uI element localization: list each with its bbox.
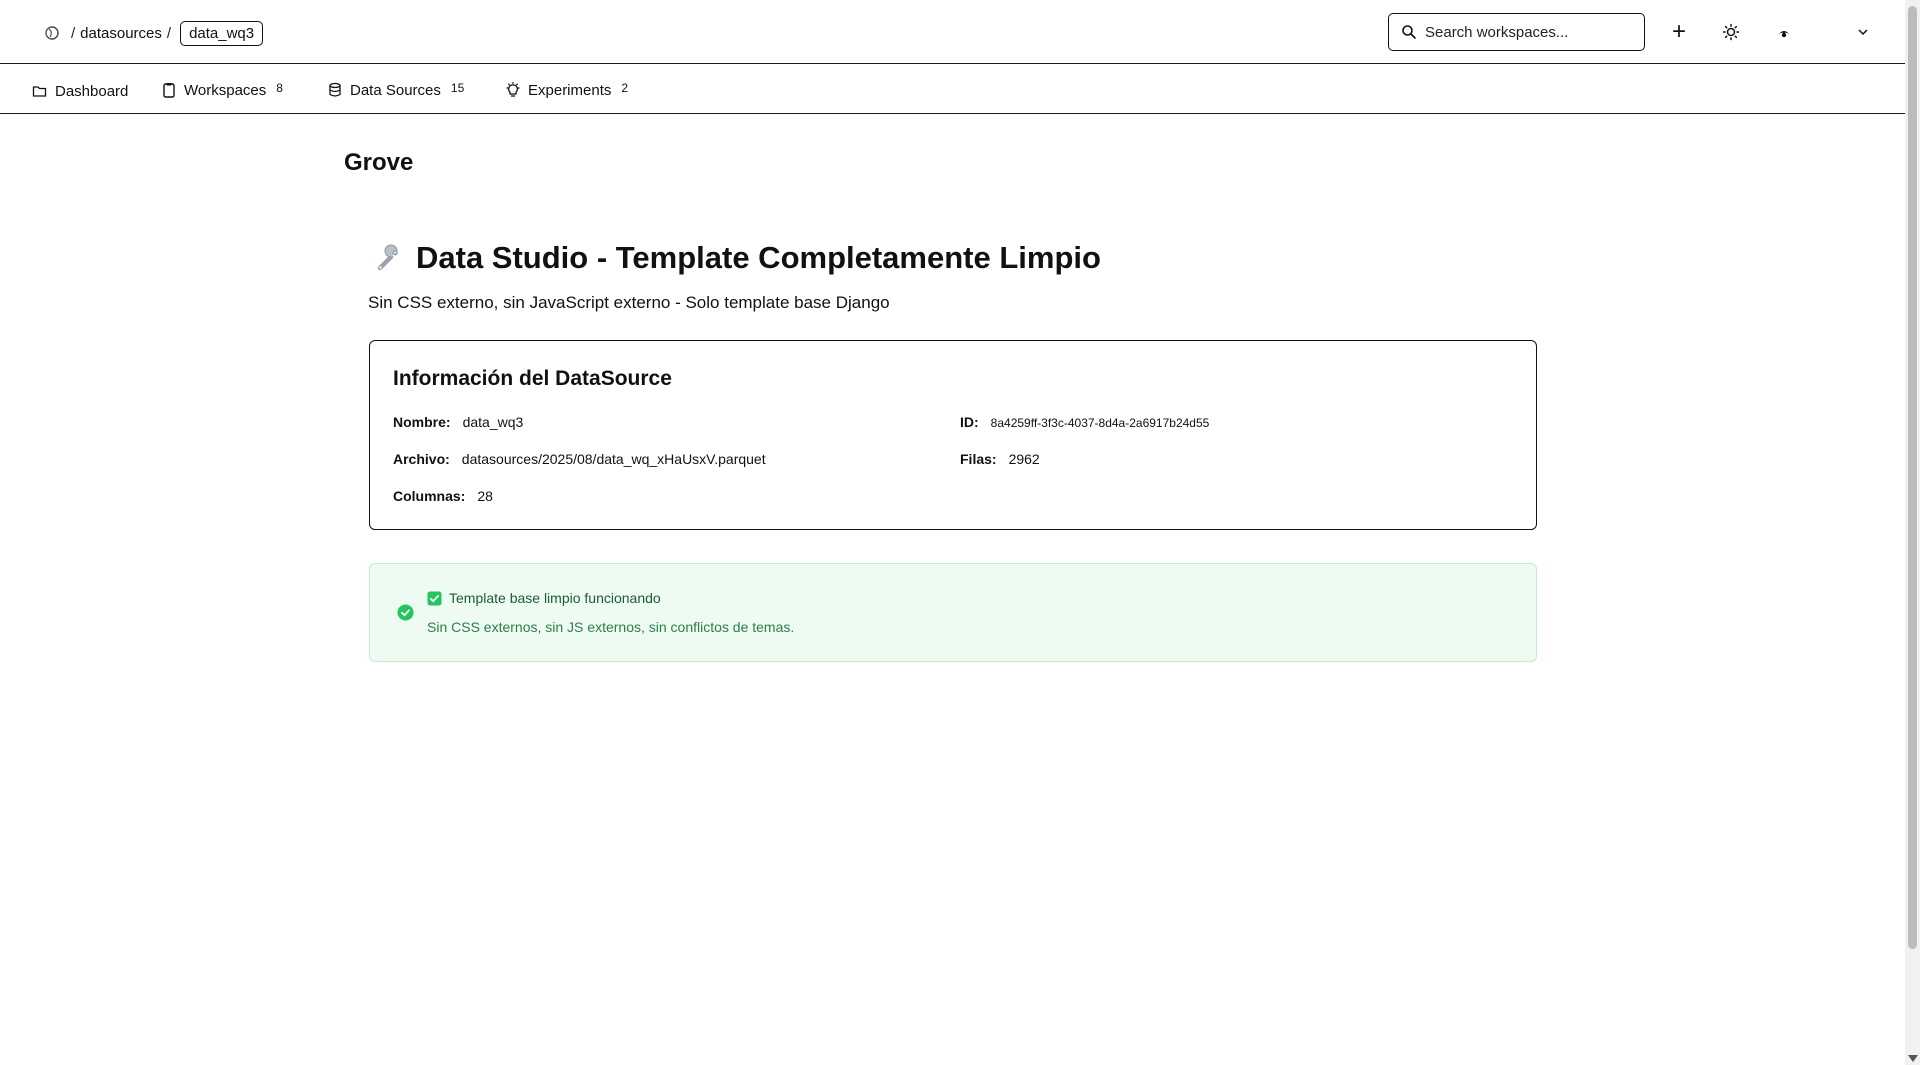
page-heading: Data Studio - Template Completamente Lim… <box>372 240 1101 276</box>
top-bar: / datasources / data_wq3 + <box>0 0 1905 64</box>
user-avatar-button[interactable] <box>1770 18 1798 46</box>
database-icon <box>329 82 341 97</box>
check-circle-icon <box>397 604 414 621</box>
vertical-scrollbar[interactable] <box>1905 0 1920 1065</box>
nav-item-label: Data Sources <box>350 81 441 99</box>
nombre-value: data_wq3 <box>462 414 524 430</box>
archivo-field: Archivo: datasources/2025/08/data_wq_xHa… <box>393 451 766 467</box>
id-value: 8a4259ff-3f3c-4037-8d4a-2a6917b24d55 <box>990 416 1210 430</box>
columnas-value: 28 <box>477 488 493 504</box>
clipboard-icon <box>163 83 175 98</box>
sun-icon <box>1722 23 1740 41</box>
theme-toggle-button[interactable] <box>1717 18 1745 46</box>
chevron-down-icon <box>1858 29 1868 36</box>
scrollbar-thumb[interactable] <box>1908 6 1917 949</box>
breadcrumb: / datasources / data_wq3 <box>44 19 264 47</box>
filas-label: Filas: <box>960 451 997 467</box>
nombre-label: Nombre: <box>393 414 451 430</box>
id-label: ID: <box>960 414 979 430</box>
nombre-field: Nombre: data_wq3 <box>393 414 523 430</box>
nav-item-label: Workspaces <box>184 81 267 99</box>
columnas-label: Columnas: <box>393 488 466 504</box>
experiments-count-badge: 2 <box>621 81 629 95</box>
filas-value: 2962 <box>1008 451 1040 467</box>
nav-item-data-sources[interactable]: Data Sources 15 <box>328 79 464 101</box>
filas-field: Filas: 2962 <box>960 451 1040 467</box>
folder-icon <box>32 86 47 97</box>
page-subtitle: Sin CSS externo, sin JavaScript externo … <box>368 293 890 312</box>
scroll-down-arrow-icon[interactable] <box>1908 1055 1918 1062</box>
page-title: Data Studio - Template Completamente Lim… <box>416 240 1101 275</box>
nav-item-label: Dashboard <box>55 82 129 100</box>
info-card-heading: Información del DataSource <box>393 367 672 390</box>
columnas-field: Columnas: 28 <box>393 488 493 504</box>
search-icon <box>1402 25 1416 39</box>
success-title: Template base limpio funcionando <box>427 590 661 606</box>
search-box[interactable] <box>1388 13 1645 51</box>
nav-item-workspaces[interactable]: Workspaces 8 <box>162 79 283 101</box>
success-description: Sin CSS externos, sin JS externos, sin c… <box>427 619 795 635</box>
id-field: ID: 8a4259ff-3f3c-4037-8d4a-2a6917b24d55 <box>960 414 1209 430</box>
nav-item-experiments[interactable]: Experiments 2 <box>506 79 628 101</box>
success-title-text: Template base limpio funcionando <box>449 590 661 606</box>
archivo-value: datasources/2025/08/data_wq_xHaUsxV.parq… <box>461 451 766 467</box>
wrench-icon <box>377 244 398 271</box>
archivo-label: Archivo: <box>393 451 450 467</box>
datasource-info-card: Información del DataSource Nombre: data_… <box>369 340 1537 530</box>
add-button[interactable]: + <box>1665 18 1693 46</box>
breadcrumb-datasources-link[interactable]: datasources <box>80 25 162 42</box>
globe-icon[interactable] <box>44 25 60 41</box>
search-input[interactable] <box>1425 23 1625 41</box>
breadcrumb-separator: / <box>71 24 76 42</box>
user-menu-dropdown[interactable] <box>1849 18 1877 46</box>
datasources-count-badge: 15 <box>450 81 465 95</box>
success-alert: Template base limpio funcionando Sin CSS… <box>369 563 1537 662</box>
brand-title: Grove <box>344 149 414 176</box>
main-nav: Dashboard Workspaces 8 Data Sources 15 E… <box>0 65 1905 114</box>
breadcrumb-current[interactable]: data_wq3 <box>180 20 264 46</box>
lightbulb-icon <box>506 82 520 97</box>
nav-item-dashboard[interactable]: Dashboard <box>32 80 128 102</box>
user-avatar-icon <box>1778 31 1790 38</box>
breadcrumb-separator: / <box>166 24 172 42</box>
nav-item-label: Experiments <box>528 81 612 99</box>
checkbox-checked-icon <box>427 591 442 605</box>
workspaces-count-badge: 8 <box>276 81 283 95</box>
